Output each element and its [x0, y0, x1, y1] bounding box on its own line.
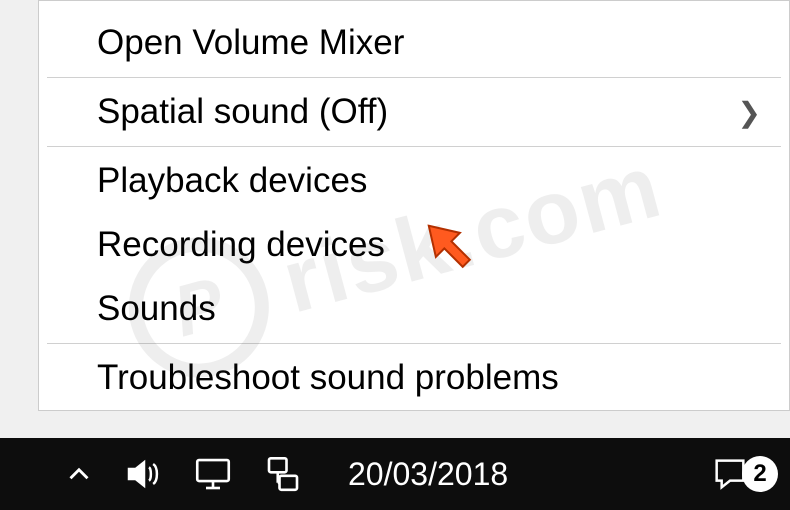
- notification-badge: 2: [742, 456, 778, 492]
- action-center-icon[interactable]: 2: [710, 454, 778, 494]
- speaker-icon[interactable]: [124, 454, 164, 494]
- menu-item-label: Playback devices: [97, 161, 367, 201]
- chevron-right-icon: ❯: [738, 96, 761, 129]
- menu-item-label: Troubleshoot sound problems: [97, 358, 559, 398]
- menu-separator: [47, 77, 781, 78]
- menu-item-label: Recording devices: [97, 225, 385, 265]
- menu-troubleshoot-sound[interactable]: Troubleshoot sound problems: [39, 346, 789, 410]
- menu-item-label: Sounds: [97, 289, 216, 329]
- monitor-icon[interactable]: [192, 453, 234, 495]
- sound-context-menu: Open Volume Mixer Spatial sound (Off) ❯ …: [38, 0, 790, 411]
- menu-playback-devices[interactable]: Playback devices: [39, 149, 789, 213]
- menu-sounds[interactable]: Sounds: [39, 277, 789, 341]
- menu-open-volume-mixer[interactable]: Open Volume Mixer: [39, 11, 789, 75]
- menu-item-label: Spatial sound (Off): [97, 92, 388, 132]
- menu-spatial-sound[interactable]: Spatial sound (Off) ❯: [39, 80, 789, 144]
- network-icon[interactable]: [262, 453, 304, 495]
- menu-item-label: Open Volume Mixer: [97, 23, 404, 63]
- menu-separator: [47, 343, 781, 344]
- taskbar-date[interactable]: 20/03/2018: [348, 456, 508, 493]
- tray-overflow-icon[interactable]: [62, 457, 96, 491]
- menu-separator: [47, 146, 781, 147]
- taskbar: 20/03/2018 2: [0, 438, 790, 510]
- menu-recording-devices[interactable]: Recording devices: [39, 213, 789, 277]
